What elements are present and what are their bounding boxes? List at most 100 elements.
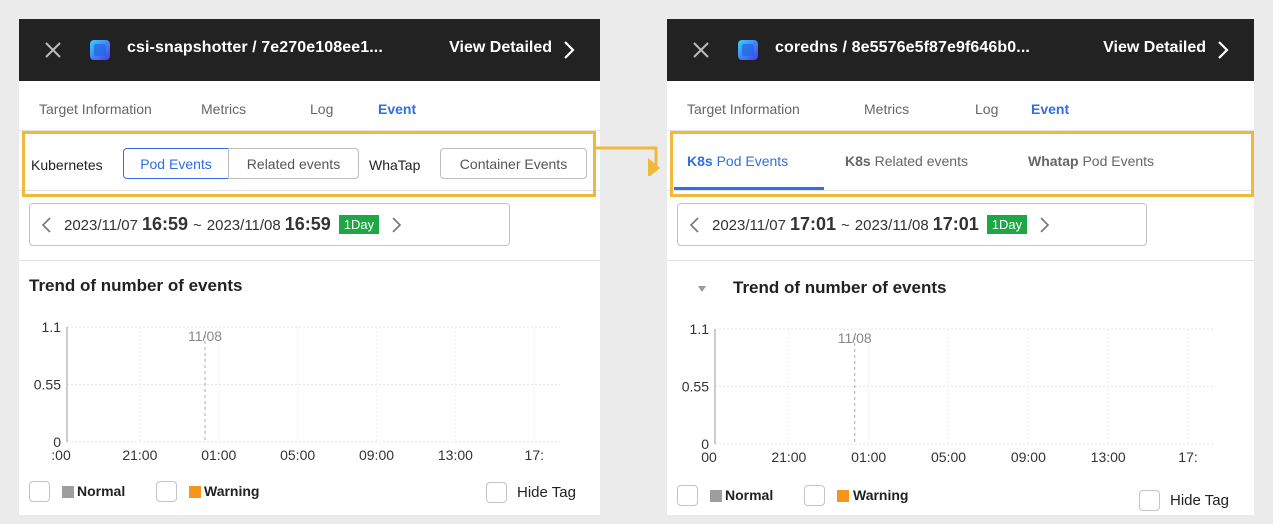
hide-tag-checkbox[interactable] bbox=[1139, 490, 1160, 511]
y-tick-label: 0.55 bbox=[682, 379, 709, 395]
day-boundary-label: 11/08 bbox=[838, 330, 872, 346]
chevron-right-icon[interactable] bbox=[562, 39, 576, 61]
x-tick-label: 09:00 bbox=[359, 447, 394, 461]
whatap-label: WhaTap bbox=[369, 157, 421, 173]
day-boundary-label: 11/08 bbox=[188, 328, 222, 344]
date-range-text: 2023/11/07 17:01 ~ 2023/11/08 17:01 bbox=[712, 214, 979, 235]
events-trend-chart: 1.10.55000 21:00 01:00 05:00 09:00 13:00 17:11… bbox=[682, 321, 1214, 463]
start-date: 2023/11/07 bbox=[712, 217, 786, 234]
date-range-picker[interactable]: 2023/11/07 16:59 ~ 2023/11/08 16:59 1Day bbox=[29, 203, 510, 246]
event-source-selector: Kubernetes Pod Events Related events Wha… bbox=[19, 131, 600, 191]
warning-swatch bbox=[189, 486, 201, 498]
warning-swatch bbox=[837, 490, 849, 502]
tab-label: Pod Events bbox=[1082, 153, 1155, 169]
hide-tag-label: Hide Tag bbox=[1170, 492, 1229, 509]
x-tick-label: 01:00 bbox=[201, 447, 236, 461]
date-separator: ~ bbox=[193, 217, 202, 234]
view-detailed-button[interactable]: View Detailed bbox=[1103, 39, 1206, 57]
x-tick-label: 13:00 bbox=[438, 447, 473, 461]
tab-metrics[interactable]: Metrics bbox=[864, 101, 909, 117]
start-time: 16:59 bbox=[141, 214, 189, 234]
end-time: 16:59 bbox=[284, 214, 331, 234]
tab-event[interactable]: Event bbox=[1031, 101, 1069, 117]
chart-title: Trend of number of events bbox=[29, 276, 243, 295]
y-tick-label: 1.1 bbox=[690, 321, 710, 337]
chevron-right-icon[interactable] bbox=[1033, 214, 1055, 236]
tab-target-information[interactable]: Target Information bbox=[687, 101, 800, 117]
kubernetes-label: Kubernetes bbox=[31, 157, 103, 173]
end-date: 2023/11/08 bbox=[854, 217, 929, 234]
date-range-row: 2023/11/07 16:59 ~ 2023/11/08 16:59 1Day bbox=[19, 191, 600, 261]
pod-events-button[interactable]: Pod Events bbox=[123, 148, 229, 179]
tab-metrics[interactable]: Metrics bbox=[201, 101, 246, 117]
x-tick-label: 17: bbox=[1178, 449, 1197, 463]
warning-label: Warning bbox=[853, 487, 909, 503]
normal-swatch bbox=[710, 490, 722, 502]
x-tick-label: 05:00 bbox=[931, 449, 966, 463]
x-tick-label: 09:00 bbox=[1011, 449, 1046, 463]
tab-prefix: K8s bbox=[845, 153, 871, 169]
warning-label: Warning bbox=[204, 483, 260, 499]
range-badge[interactable]: 1Day bbox=[338, 215, 380, 234]
close-icon[interactable] bbox=[41, 38, 65, 62]
view-detailed-button[interactable]: View Detailed bbox=[449, 39, 552, 57]
normal-label: Normal bbox=[725, 487, 774, 503]
arrow-right-icon bbox=[596, 146, 660, 176]
tab-k8s-related-events[interactable]: K8s Related events bbox=[845, 153, 968, 169]
x-tick-label: 05:00 bbox=[280, 447, 315, 461]
y-tick-label: 1.1 bbox=[42, 319, 62, 335]
tab-event[interactable]: Event bbox=[378, 101, 416, 117]
chevron-right-icon[interactable] bbox=[385, 214, 407, 236]
x-tick-label: 21:00 bbox=[771, 449, 806, 463]
tab-bar: Target Information Metrics Log Event bbox=[667, 81, 1254, 131]
date-range-picker[interactable]: 2023/11/07 17:01 ~ 2023/11/08 17:01 1Day bbox=[677, 203, 1147, 246]
start-date: 2023/11/07 bbox=[64, 217, 138, 234]
panel-header: csi-snapshotter / 7e270e108ee1... View D… bbox=[19, 19, 600, 81]
tab-prefix: K8s bbox=[687, 153, 713, 169]
hide-tag-checkbox[interactable] bbox=[486, 482, 507, 503]
x-tick-label: 01:00 bbox=[851, 449, 886, 463]
range-badge[interactable]: 1Day bbox=[986, 215, 1028, 234]
normal-label: Normal bbox=[77, 483, 126, 499]
cube-icon bbox=[90, 40, 110, 60]
tab-log[interactable]: Log bbox=[310, 101, 333, 117]
tab-log[interactable]: Log bbox=[975, 101, 998, 117]
related-events-button[interactable]: Related events bbox=[228, 148, 359, 179]
x-tick-label: :00 bbox=[51, 447, 71, 461]
active-tab-underline bbox=[674, 187, 824, 190]
date-range-text: 2023/11/07 16:59 ~ 2023/11/08 16:59 bbox=[64, 214, 331, 235]
warning-checkbox[interactable] bbox=[804, 485, 825, 506]
normal-checkbox[interactable] bbox=[677, 485, 698, 506]
cube-icon bbox=[738, 40, 758, 60]
start-time: 17:01 bbox=[789, 214, 837, 234]
tab-k8s-pod-events[interactable]: K8s Pod Events bbox=[687, 153, 788, 169]
panel-title: csi-snapshotter / 7e270e108ee1... bbox=[127, 39, 383, 56]
chevron-left-icon[interactable] bbox=[684, 214, 706, 236]
x-tick-label: 17: bbox=[525, 447, 544, 461]
panel-header: coredns / 8e5576e5f87e9f646b0... View De… bbox=[667, 19, 1254, 81]
event-source-tabs: K8s Pod Events K8s Related events Whatap… bbox=[667, 131, 1254, 191]
container-events-button[interactable]: Container Events bbox=[440, 148, 587, 179]
chevron-right-icon[interactable] bbox=[1216, 39, 1230, 61]
tab-bar: Target Information Metrics Log Event bbox=[19, 81, 600, 131]
normal-checkbox[interactable] bbox=[29, 481, 50, 502]
x-tick-label: 21:00 bbox=[122, 447, 157, 461]
tab-whatap-pod-events[interactable]: Whatap Pod Events bbox=[1028, 153, 1154, 169]
collapse-caret-icon[interactable] bbox=[697, 285, 707, 293]
hide-tag-label: Hide Tag bbox=[517, 484, 576, 501]
left-panel: csi-snapshotter / 7e270e108ee1... View D… bbox=[19, 19, 600, 515]
tab-label: Related events bbox=[874, 153, 968, 169]
tab-prefix: Whatap bbox=[1028, 153, 1079, 169]
warning-checkbox[interactable] bbox=[156, 481, 177, 502]
panel-title: coredns / 8e5576e5f87e9f646b0... bbox=[775, 39, 1030, 56]
end-date: 2023/11/08 bbox=[206, 217, 281, 234]
right-panel: coredns / 8e5576e5f87e9f646b0... View De… bbox=[667, 19, 1254, 515]
x-tick-label: 13:00 bbox=[1091, 449, 1126, 463]
y-tick-label: 0.55 bbox=[34, 377, 61, 393]
tab-label: Pod Events bbox=[716, 153, 789, 169]
date-range-row: 2023/11/07 17:01 ~ 2023/11/08 17:01 1Day bbox=[667, 191, 1254, 261]
chevron-left-icon[interactable] bbox=[36, 214, 58, 236]
tab-target-information[interactable]: Target Information bbox=[39, 101, 152, 117]
close-icon[interactable] bbox=[689, 38, 713, 62]
end-time: 17:01 bbox=[932, 214, 979, 234]
